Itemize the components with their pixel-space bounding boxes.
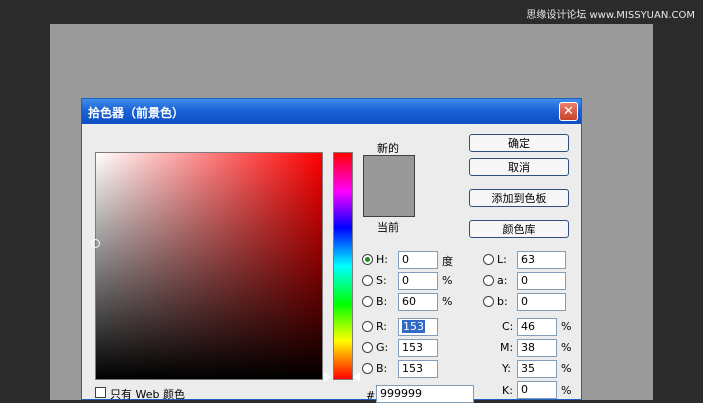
- k-input[interactable]: 0: [517, 381, 557, 399]
- s-input[interactable]: 0: [398, 272, 438, 290]
- radio-a[interactable]: [483, 275, 494, 286]
- color-picker-dialog: 拾色器（前景色） ✕ 新的 当前 确定 取消 添加到色板 颜色库 H: 0 度 …: [81, 98, 582, 403]
- radio-g[interactable]: [362, 342, 373, 353]
- hex-input[interactable]: 999999: [376, 385, 474, 403]
- radio-lab-b[interactable]: [483, 296, 494, 307]
- radio-s[interactable]: [362, 275, 373, 286]
- web-only-checkbox[interactable]: [95, 387, 106, 398]
- dialog-title: 拾色器（前景色）: [88, 106, 185, 120]
- color-swatch: [363, 155, 415, 217]
- g-input[interactable]: 153: [398, 339, 438, 357]
- c-label: C:: [502, 320, 514, 333]
- radio-h[interactable]: [362, 254, 373, 265]
- m-input[interactable]: 38: [517, 339, 557, 357]
- m-label: M:: [500, 341, 514, 354]
- h-label: H:: [376, 253, 388, 266]
- b-unit: %: [442, 295, 453, 308]
- y-label: Y:: [502, 362, 511, 375]
- c-unit: %: [561, 320, 572, 333]
- y-input[interactable]: 35: [517, 360, 557, 378]
- b-label: B:: [376, 295, 388, 308]
- radio-b[interactable]: [362, 296, 373, 307]
- add-to-swatches-button[interactable]: 添加到色板: [469, 189, 569, 207]
- close-icon: ✕: [563, 104, 574, 119]
- watermark: 思缘设计论坛 www.MISSYUAN.COM: [526, 10, 695, 21]
- r-input[interactable]: 153: [398, 318, 438, 336]
- hue-slider[interactable]: [333, 152, 353, 380]
- h-unit: 度: [442, 255, 453, 268]
- new-color-label: 新的: [377, 142, 399, 155]
- r-value: 153: [402, 320, 425, 333]
- y-unit: %: [561, 362, 572, 375]
- radio-r[interactable]: [362, 321, 373, 332]
- blue-input[interactable]: 153: [398, 360, 438, 378]
- s-unit: %: [442, 274, 453, 287]
- color-field-marker[interactable]: [91, 239, 100, 248]
- lab-b-label: b:: [497, 295, 508, 308]
- h-input[interactable]: 0: [398, 251, 438, 269]
- g-label: G:: [376, 341, 389, 354]
- radio-l[interactable]: [483, 254, 494, 265]
- s-label: S:: [376, 274, 387, 287]
- b-input[interactable]: 60: [398, 293, 438, 311]
- ok-button[interactable]: 确定: [469, 134, 569, 152]
- current-color-label: 当前: [377, 221, 399, 234]
- hue-slider-left-arrow-icon[interactable]: [324, 372, 331, 382]
- m-unit: %: [561, 341, 572, 354]
- blue-label: B:: [376, 362, 388, 375]
- c-input[interactable]: 46: [517, 318, 557, 336]
- k-unit: %: [561, 384, 572, 397]
- l-label: L:: [497, 253, 507, 266]
- close-button[interactable]: ✕: [559, 102, 578, 121]
- radio-blue[interactable]: [362, 363, 373, 374]
- lab-b-input[interactable]: 0: [517, 293, 566, 311]
- k-label: K:: [502, 384, 513, 397]
- a-input[interactable]: 0: [517, 272, 566, 290]
- a-label: a:: [497, 274, 508, 287]
- l-input[interactable]: 63: [517, 251, 566, 269]
- color-field[interactable]: [91, 152, 323, 380]
- title-bar[interactable]: 拾色器（前景色） ✕: [82, 99, 581, 124]
- color-libraries-button[interactable]: 颜色库: [469, 220, 569, 238]
- r-label: R:: [376, 320, 388, 333]
- hue-slider-right-arrow-icon[interactable]: [353, 372, 360, 382]
- hex-label: #: [366, 389, 376, 402]
- cancel-button[interactable]: 取消: [469, 158, 569, 176]
